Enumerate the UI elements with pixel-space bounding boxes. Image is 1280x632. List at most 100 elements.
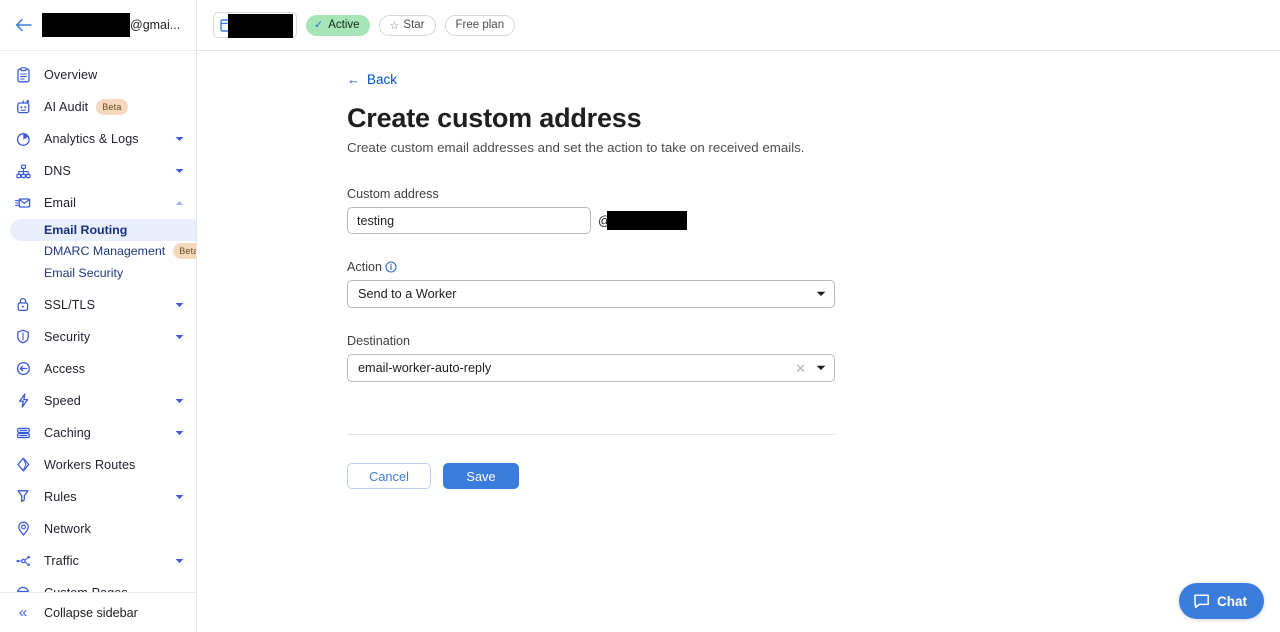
- sidebar-item-label: Analytics & Logs: [44, 132, 139, 146]
- top-bar: ✓ Active ☆ Star Free plan: [197, 0, 1280, 51]
- account-email: @gmai...: [42, 12, 181, 38]
- action-select[interactable]: Send to a Worker: [347, 280, 835, 308]
- star-button[interactable]: ☆ Star: [378, 14, 436, 36]
- destination-select-value: email-worker-auto-reply: [358, 361, 492, 375]
- destination-label: Destination: [347, 334, 1280, 348]
- custom-address-input[interactable]: [347, 207, 591, 234]
- sidebar-item-analytics-logs[interactable]: Analytics & Logs: [0, 123, 196, 155]
- sidebar-item-ssl-tls[interactable]: SSL/TLS: [0, 289, 196, 321]
- sidebar-item-speed[interactable]: Speed: [0, 385, 196, 417]
- sidebar-item-network[interactable]: Network: [0, 513, 196, 545]
- sidebar-item-label: Workers Routes: [44, 457, 136, 472]
- redaction-bar: [607, 211, 688, 230]
- chat-bubble-icon: [1194, 593, 1210, 609]
- cancel-button[interactable]: Cancel: [347, 463, 431, 489]
- sidebar: @gmai... Overview AI Audit Beta Analytic…: [0, 0, 197, 632]
- chat-widget-button[interactable]: Chat: [1179, 583, 1264, 619]
- destination-select[interactable]: email-worker-auto-reply ✕: [347, 354, 835, 382]
- chevrons-left-icon: «: [18, 604, 28, 621]
- domain-suffix: @: [598, 211, 688, 230]
- page-content: ← Back Create custom address Create cust…: [197, 51, 1280, 489]
- robot-icon: [14, 98, 32, 116]
- chevron-down-icon[interactable]: [816, 291, 826, 297]
- sidebar-item-security[interactable]: Security: [0, 321, 196, 353]
- chevron-down-icon[interactable]: [174, 556, 184, 566]
- chevron-down-icon[interactable]: [174, 396, 184, 406]
- beta-badge: Beta: [173, 243, 196, 260]
- destination-label-text: Destination: [347, 334, 411, 348]
- status-badge: ✓ Active: [306, 14, 370, 36]
- chevron-down-icon[interactable]: [174, 134, 184, 144]
- workers-icon: [14, 456, 32, 474]
- star-outline-icon: ☆: [389, 19, 400, 32]
- main-content: ✓ Active ☆ Star Free plan ← Back Create …: [197, 0, 1280, 632]
- sidebar-item-ai-audit[interactable]: AI Audit Beta: [0, 91, 196, 123]
- chat-widget-label: Chat: [1217, 593, 1247, 609]
- sidebar-item-label: Access: [44, 361, 86, 376]
- sidebar-item-caching[interactable]: Caching: [0, 417, 196, 449]
- map-pin-icon: [14, 520, 32, 538]
- sidebar-item-label: SSL/TLS: [44, 297, 96, 312]
- sidebar-item-email-security[interactable]: Email Security: [0, 262, 196, 284]
- info-circle-icon[interactable]: [384, 261, 397, 274]
- sitemap-icon: [14, 162, 32, 180]
- sidebar-item-custom-pages[interactable]: Custom Pages: [0, 577, 196, 592]
- account-email-suffix: @gmai...: [130, 17, 181, 32]
- database-icon: [14, 424, 32, 442]
- sidebar-item-dmarc-management[interactable]: DMARC Management Beta: [0, 241, 196, 263]
- funnel-icon: [14, 488, 32, 506]
- page-title: Create custom address: [347, 103, 642, 133]
- sidebar-item-dns[interactable]: DNS: [0, 155, 196, 187]
- account-bar: @gmai...: [0, 0, 196, 51]
- divider: [347, 434, 835, 435]
- plan-badge-label: Free plan: [455, 19, 505, 31]
- chevron-down-icon[interactable]: [174, 492, 184, 502]
- chevron-down-icon[interactable]: [174, 428, 184, 438]
- arrow-left-icon: ←: [347, 72, 360, 87]
- shield-icon: [14, 328, 32, 346]
- action-label: Action: [347, 260, 1280, 274]
- action-select-value: Send to a Worker: [358, 287, 457, 301]
- collapse-sidebar-button[interactable]: « Collapse sidebar: [0, 592, 196, 632]
- lock-icon: [14, 296, 32, 314]
- sidebar-item-workers-routes[interactable]: Workers Routes: [0, 449, 196, 481]
- chevron-up-icon[interactable]: [174, 198, 184, 208]
- sidebar-item-email-routing[interactable]: Email Routing: [10, 219, 196, 241]
- custom-address-row: @: [347, 207, 1280, 234]
- plan-badge[interactable]: Free plan: [444, 14, 516, 36]
- sidebar-item-label: DNS: [44, 164, 71, 178]
- sidebar-item-traffic[interactable]: Traffic: [0, 545, 196, 577]
- page-subtitle: Create custom email addresses and set th…: [347, 140, 805, 155]
- chevron-down-icon[interactable]: [174, 332, 184, 342]
- cloudflare-dashboard: @gmai... Overview AI Audit Beta Analytic…: [0, 0, 1280, 632]
- sidebar-nav: Overview AI Audit Beta Analytics & Logs …: [0, 51, 196, 592]
- sidebar-item-label: AI Audit: [44, 100, 89, 114]
- sidebar-item-label: Overview: [44, 68, 98, 82]
- envelope-icon: [14, 194, 32, 212]
- sidebar-item-overview[interactable]: Overview: [0, 59, 196, 91]
- custom-address-label-text: Custom address: [347, 187, 439, 201]
- sidebar-item-access[interactable]: Access: [0, 353, 196, 385]
- collapse-sidebar-label: Collapse sidebar: [44, 605, 138, 620]
- chevron-down-icon[interactable]: [174, 166, 184, 176]
- sidebar-item-email[interactable]: Email: [0, 187, 196, 219]
- save-button[interactable]: Save: [443, 463, 519, 489]
- close-icon[interactable]: ✕: [795, 362, 806, 375]
- chevron-down-icon[interactable]: [816, 365, 826, 371]
- sidebar-item-label: Traffic: [44, 553, 79, 568]
- sidebar-item-label: Speed: [44, 393, 81, 408]
- custom-address-label: Custom address: [347, 187, 1280, 201]
- sidebar-item-rules[interactable]: Rules: [0, 481, 196, 513]
- zone-selector[interactable]: [213, 12, 297, 38]
- sidebar-item-label: Network: [44, 521, 91, 536]
- back-link[interactable]: ← Back: [347, 72, 397, 87]
- arrow-left-icon[interactable]: [12, 14, 34, 36]
- traffic-nodes-icon: [14, 552, 32, 570]
- check-icon: ✓: [314, 18, 324, 31]
- beta-badge: Beta: [96, 99, 128, 115]
- clipboard-icon: [14, 66, 32, 84]
- sidebar-item-label: Caching: [44, 425, 91, 440]
- redaction-bar: [42, 12, 130, 37]
- star-button-label: Star: [403, 19, 425, 31]
- chevron-down-icon[interactable]: [174, 300, 184, 310]
